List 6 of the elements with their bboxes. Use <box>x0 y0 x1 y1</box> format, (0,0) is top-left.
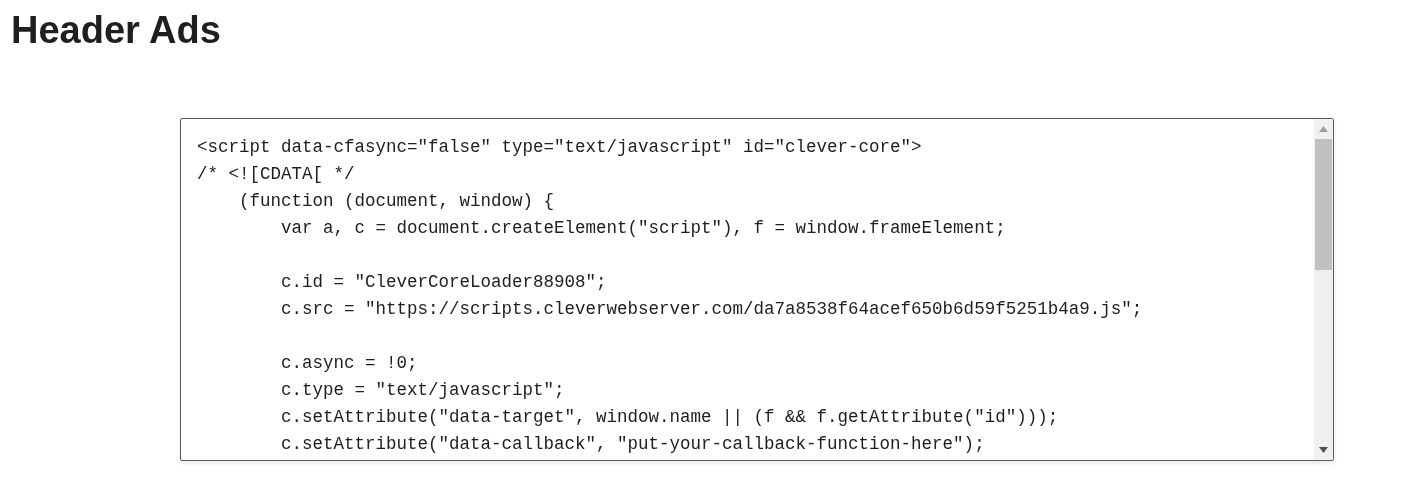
scroll-down-icon[interactable] <box>1319 447 1328 453</box>
scroll-thumb[interactable] <box>1315 139 1332 270</box>
scrollbar[interactable] <box>1314 119 1333 460</box>
code-field[interactable]: <script data-cfasync="false" type="text/javascript" id="clever-core"> /* <![CDATA[ */ (function (document, window) { var a, c = document.createElement("script"), f = window.frameElement; c.id = "CleverCoreLoader88908"; c.src = "https://scripts.cleverwebserver.com/da7a8538f64acef650b6d59f5251b4a9.js"; c.async = !0; c.type = "text/javascript"; c.setAttribute("data-target", window.name || (f && f.getAttribute("id"))); c.setAttribute("data-callback", "put-your-callback-function-here"); <box>180 118 1334 461</box>
page-heading: Header Ads <box>11 8 221 53</box>
scroll-up-icon[interactable] <box>1319 126 1328 132</box>
